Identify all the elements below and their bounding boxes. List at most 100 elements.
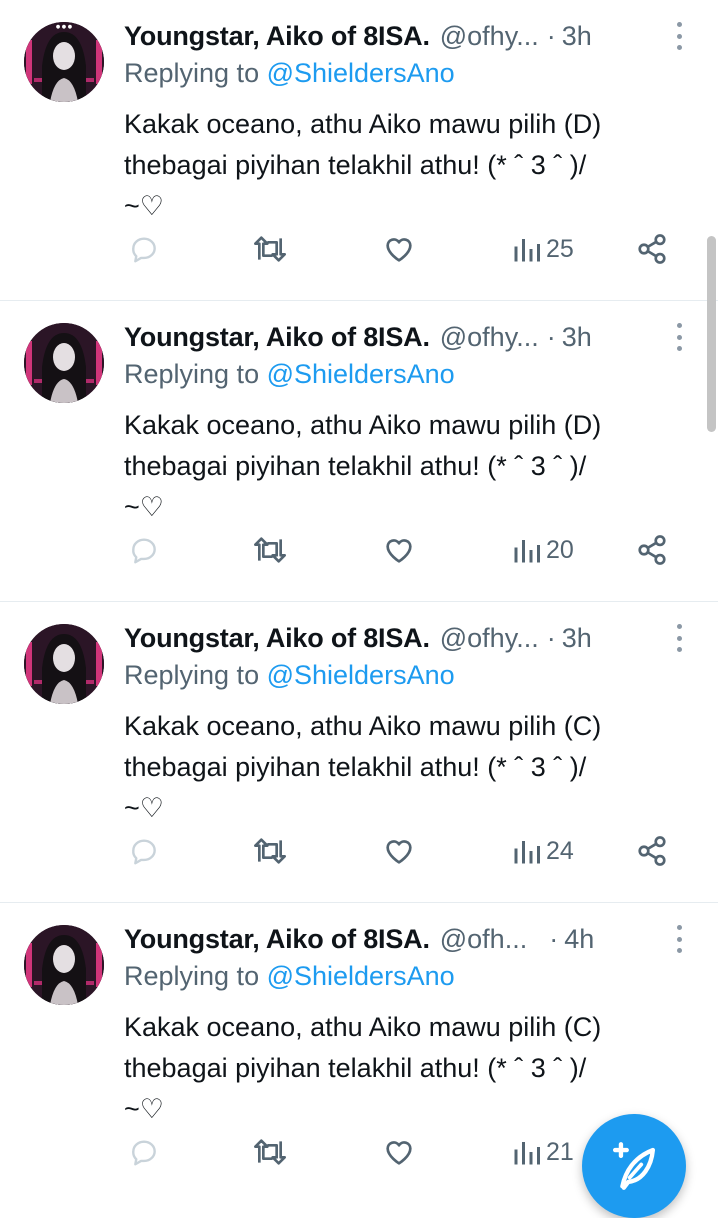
retweet-icon	[253, 236, 286, 262]
replying-to: Replying to @ShieldersAno	[124, 58, 455, 89]
reply-icon	[132, 839, 156, 865]
heart-icon	[386, 840, 412, 864]
views-button[interactable]: 21	[512, 1129, 574, 1175]
heart-icon	[386, 238, 412, 262]
timestamp[interactable]: 3h	[562, 322, 592, 353]
reply-icon	[132, 1140, 156, 1166]
reply-button[interactable]	[128, 1129, 160, 1175]
reply-button[interactable]	[128, 527, 160, 573]
share-icon	[638, 234, 666, 264]
views-button[interactable]: 25	[512, 226, 574, 272]
replying-prefix: Replying to	[124, 359, 267, 389]
views-button[interactable]: 24	[512, 828, 574, 874]
timestamp[interactable]: 3h	[562, 21, 592, 52]
like-button[interactable]	[382, 828, 416, 874]
tweet-card[interactable]: Youngstar, Aiko of 8ISA. @ofhy... · 3h R…	[0, 602, 718, 903]
avatar[interactable]	[24, 624, 104, 704]
author-name[interactable]: Youngstar, Aiko of 8ISA.	[124, 322, 430, 353]
tweet-card[interactable]: ● ● ● Youngstar, Aiko of 8ISA. @ofhy... …	[0, 0, 718, 301]
reply-mention-link[interactable]: @ShieldersAno	[267, 58, 455, 88]
reply-icon	[132, 538, 156, 564]
share-button[interactable]	[636, 828, 668, 874]
author-name[interactable]: Youngstar, Aiko of 8ISA.	[124, 623, 430, 654]
views-count: 21	[546, 1137, 574, 1166]
tweet-text-line: thebagai piyihan telakhil athu! (* ˆ 3 ˆ…	[124, 752, 587, 782]
tweet-text: Kakak oceano, athu Aiko mawu pilih (D) t…	[124, 405, 694, 528]
tweet-text-line: Kakak oceano, athu Aiko mawu pilih (D)	[124, 109, 602, 139]
tweet-text-line: Kakak oceano, athu Aiko mawu pilih (D)	[124, 410, 602, 440]
more-vertical-icon[interactable]	[674, 323, 684, 351]
tweet-card[interactable]: Youngstar, Aiko of 8ISA. @ofhy... · 3h R…	[0, 301, 718, 602]
retweet-button[interactable]	[252, 1129, 288, 1175]
timestamp[interactable]: 3h	[562, 623, 592, 654]
tweet-header: Youngstar, Aiko of 8ISA. @ofhy... · 3h	[124, 18, 714, 54]
views-chart-icon	[514, 540, 540, 563]
replying-to: Replying to @ShieldersAno	[124, 359, 455, 390]
like-button[interactable]	[382, 527, 416, 573]
tweet-text-line: Kakak oceano, athu Aiko mawu pilih (C)	[124, 1012, 602, 1042]
tweet-text-line: ~♡	[124, 191, 164, 221]
author-handle[interactable]: @ofhy...	[440, 623, 539, 654]
tweet-text-line: ~♡	[124, 492, 164, 522]
author-handle[interactable]: @ofhy...	[440, 322, 539, 353]
separator-dot: ·	[546, 622, 556, 653]
compose-button[interactable]	[582, 1114, 686, 1218]
heart-icon	[386, 1141, 412, 1165]
separator-dot: ·	[549, 923, 559, 954]
avatar[interactable]: ● ● ●	[24, 22, 104, 102]
timestamp[interactable]: 4h	[564, 924, 594, 955]
more-vertical-icon[interactable]	[674, 925, 684, 953]
reply-icon	[132, 237, 156, 263]
timeline-feed: ● ● ● Youngstar, Aiko of 8ISA. @ofhy... …	[0, 0, 718, 1200]
reply-mention-link[interactable]: @ShieldersAno	[267, 961, 455, 991]
views-count: 20	[546, 535, 574, 564]
tweet-header: Youngstar, Aiko of 8ISA. @ofhy... · 3h	[124, 620, 714, 656]
tweet-text: Kakak oceano, athu Aiko mawu pilih (D) t…	[124, 104, 694, 227]
compose-icon	[612, 1142, 656, 1190]
tweet-text-line: thebagai piyihan telakhil athu! (* ˆ 3 ˆ…	[124, 150, 587, 180]
views-chart-icon	[514, 841, 540, 864]
tweet-actions: 20	[0, 527, 718, 573]
views-count: 24	[546, 836, 574, 865]
retweet-icon	[253, 838, 286, 864]
tweet-text-line: ~♡	[124, 793, 164, 823]
views-chart-icon	[514, 239, 540, 262]
tweet-header: Youngstar, Aiko of 8ISA. @ofhy... · 3h	[124, 319, 714, 355]
retweet-button[interactable]	[252, 527, 288, 573]
tweet-actions: 25	[0, 226, 718, 272]
tweet-text: Kakak oceano, athu Aiko mawu pilih (C) t…	[124, 1007, 694, 1130]
tweet-actions: 24	[0, 828, 718, 874]
tweet-text-line: thebagai piyihan telakhil athu! (* ˆ 3 ˆ…	[124, 1053, 587, 1083]
tweet-text: Kakak oceano, athu Aiko mawu pilih (C) t…	[124, 706, 694, 829]
replying-prefix: Replying to	[124, 58, 267, 88]
more-vertical-icon[interactable]	[674, 22, 684, 50]
reply-mention-link[interactable]: @ShieldersAno	[267, 359, 455, 389]
retweet-button[interactable]	[252, 828, 288, 874]
views-button[interactable]: 20	[512, 527, 574, 573]
retweet-icon	[253, 537, 286, 563]
replying-to: Replying to @ShieldersAno	[124, 961, 455, 992]
reply-button[interactable]	[128, 828, 160, 874]
tweet-text-line: Kakak oceano, athu Aiko mawu pilih (C)	[124, 711, 602, 741]
reply-mention-link[interactable]: @ShieldersAno	[267, 660, 455, 690]
like-button[interactable]	[382, 1129, 416, 1175]
heart-icon	[386, 539, 412, 563]
retweet-button[interactable]	[252, 226, 288, 272]
author-name[interactable]: Youngstar, Aiko of 8ISA.	[124, 21, 430, 52]
separator-dot: ·	[546, 20, 556, 51]
share-button[interactable]	[636, 226, 668, 272]
retweet-icon	[253, 1139, 286, 1165]
reply-button[interactable]	[128, 226, 160, 272]
author-handle[interactable]: @ofh...	[440, 924, 527, 955]
like-button[interactable]	[382, 226, 416, 272]
share-button[interactable]	[636, 527, 668, 573]
scrollbar-thumb[interactable]	[707, 236, 716, 432]
more-vertical-icon[interactable]	[674, 624, 684, 652]
author-name[interactable]: Youngstar, Aiko of 8ISA.	[124, 924, 430, 955]
author-handle[interactable]: @ofhy...	[440, 21, 539, 52]
avatar[interactable]	[24, 323, 104, 403]
share-icon	[638, 535, 666, 565]
svg-text:● ● ●: ● ● ●	[56, 24, 73, 30]
avatar[interactable]	[24, 925, 104, 1005]
separator-dot: ·	[546, 321, 556, 352]
